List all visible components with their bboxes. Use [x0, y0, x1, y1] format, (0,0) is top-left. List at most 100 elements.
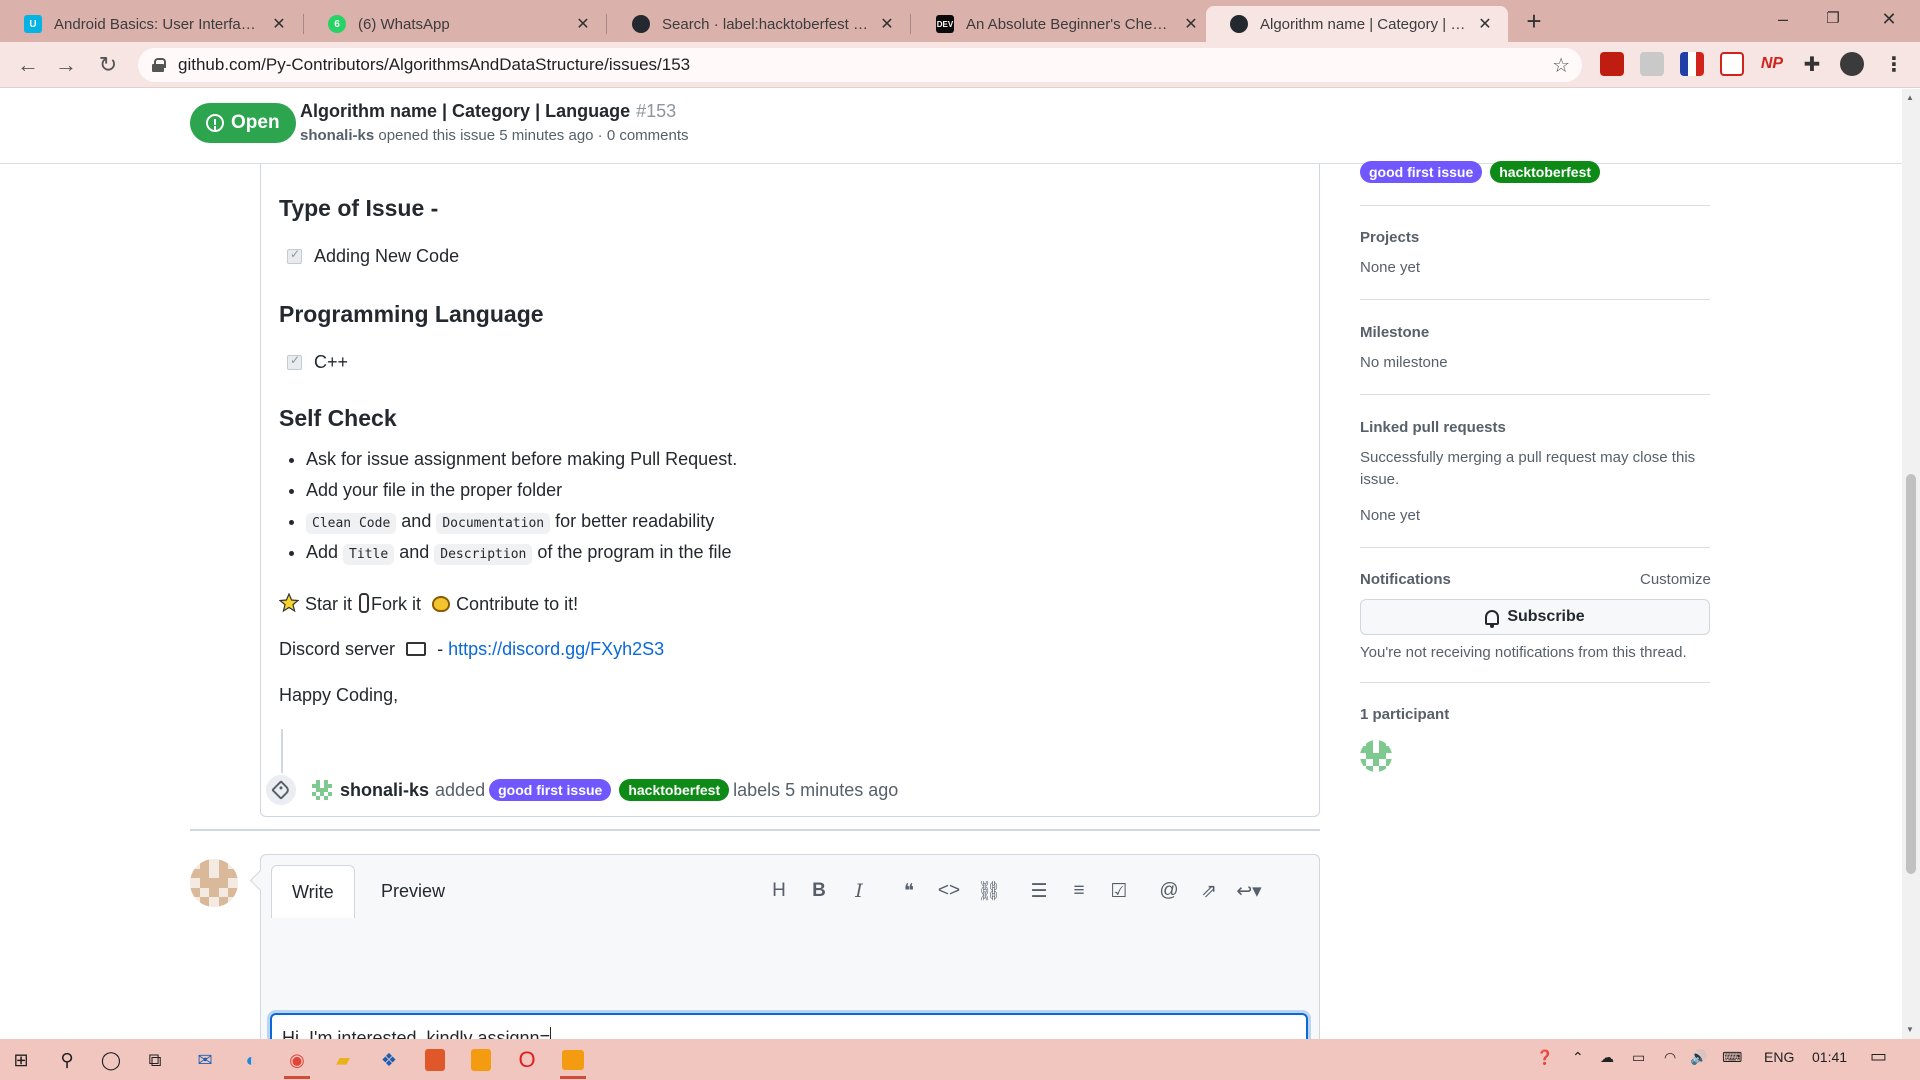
- event-actor-link[interactable]: shonali-ks: [340, 780, 429, 801]
- cross-reference-icon[interactable]: ⇗: [1189, 880, 1229, 903]
- scroll-up-icon[interactable]: ▲: [1906, 93, 1914, 102]
- cortana-icon[interactable]: ◯: [94, 1044, 128, 1076]
- label-hacktoberfest[interactable]: hacktoberfest: [619, 779, 730, 801]
- heading-icon[interactable]: H: [759, 880, 799, 902]
- forward-icon[interactable]: →: [52, 51, 80, 79]
- notification-center-icon[interactable]: ▭: [1870, 1046, 1887, 1067]
- browser-tab-whatsapp[interactable]: 6 (6) WhatsApp ✕: [304, 6, 606, 42]
- close-window-icon[interactable]: ✕: [1874, 4, 1904, 34]
- bookmark-star-icon[interactable]: ☆: [1552, 53, 1570, 78]
- label-good-first-issue[interactable]: good first issue: [1360, 161, 1483, 183]
- tab-title: Algorithm name | Category | Lang: [1260, 15, 1468, 33]
- label-good-first-issue[interactable]: good first issue: [489, 779, 612, 801]
- participant-avatar[interactable]: [1360, 740, 1392, 772]
- avatar[interactable]: [312, 780, 332, 800]
- link-icon[interactable]: ⛓: [969, 879, 1009, 903]
- projects-heading[interactable]: Projects: [1360, 229, 1419, 246]
- close-tab-icon[interactable]: ✕: [270, 14, 288, 34]
- monitor-emoji-icon: [406, 642, 427, 656]
- minimize-icon[interactable]: –: [1768, 4, 1798, 34]
- browser-tab-github-search[interactable]: Search · label:hacktoberfest state ✕: [608, 6, 910, 42]
- comment-text: Hi. I'm interested. kindly: [282, 1028, 478, 1039]
- browser-tab-dev[interactable]: DEV An Absolute Beginner's Checklist ✕: [912, 6, 1214, 42]
- github-issue-page: Open Algorithm name | Category | Languag…: [0, 89, 1902, 1039]
- close-tab-icon[interactable]: ✕: [878, 14, 896, 34]
- linked-pr-heading[interactable]: Linked pull requests: [1360, 419, 1506, 436]
- browser-tab-issue[interactable]: Algorithm name | Category | Lang ✕: [1206, 6, 1508, 42]
- browser-toolbar: ← → ↻ github.com/Py-Contributors/Algorit…: [0, 42, 1920, 88]
- file-explorer-icon[interactable]: ▰: [326, 1044, 360, 1076]
- url-text[interactable]: github.com/Py-Contributors/AlgorithmsAnd…: [178, 55, 690, 75]
- opera-icon[interactable]: O: [510, 1044, 544, 1076]
- saved-replies-icon[interactable]: ↩▾: [1229, 880, 1269, 903]
- discord-link[interactable]: https://discord.gg/FXyh2S3: [448, 639, 664, 659]
- volume-icon[interactable]: 🔊: [1690, 1049, 1707, 1066]
- pdf-extension-icon[interactable]: [1600, 52, 1624, 76]
- issue-author-link[interactable]: shonali-ks: [300, 127, 374, 144]
- projects-value: None yet: [1360, 259, 1421, 276]
- language-indicator[interactable]: ENG: [1764, 1049, 1794, 1065]
- bulleted-list-icon[interactable]: ☰: [1019, 880, 1059, 903]
- app-icon[interactable]: [464, 1044, 498, 1076]
- edge-icon[interactable]: ◐: [234, 1044, 268, 1076]
- code-icon[interactable]: <>: [929, 880, 969, 902]
- inline-code: Title: [343, 544, 395, 565]
- issue-sticky-header: Open Algorithm name | Category | Languag…: [0, 89, 1902, 164]
- scroll-down-icon[interactable]: ▼: [1906, 1025, 1914, 1034]
- list-item-text: and: [399, 542, 430, 562]
- subscribe-button[interactable]: Subscribe: [1360, 599, 1710, 635]
- mail-icon[interactable]: ✉: [188, 1044, 222, 1076]
- notifications-heading: Notifications: [1360, 571, 1451, 588]
- clock[interactable]: 01:41: [1812, 1049, 1847, 1065]
- issue-meta-text: opened this issue 5 minutes ago · 0 comm…: [378, 127, 689, 144]
- label-hacktoberfest[interactable]: hacktoberfest: [1490, 161, 1601, 183]
- address-bar[interactable]: github.com/Py-Contributors/AlgorithmsAnd…: [138, 48, 1582, 82]
- new-tab-button[interactable]: +: [1520, 8, 1548, 36]
- bold-icon[interactable]: B: [799, 880, 839, 902]
- flag-extension-icon[interactable]: [1680, 52, 1704, 76]
- onedrive-icon[interactable]: ☁: [1600, 1049, 1614, 1066]
- close-tab-icon[interactable]: ✕: [1182, 14, 1200, 34]
- italic-icon[interactable]: I: [839, 880, 879, 902]
- chrome-icon[interactable]: ◉: [280, 1044, 314, 1079]
- quote-icon[interactable]: ❝: [889, 880, 929, 903]
- divider: [1360, 299, 1710, 300]
- battery-icon[interactable]: ▭: [1632, 1049, 1645, 1066]
- menu-kebab-icon[interactable]: ⋮: [1882, 52, 1906, 76]
- avatar[interactable]: [190, 859, 238, 907]
- extension-icon[interactable]: [1640, 52, 1664, 76]
- browser-tab-udacity[interactable]: U Android Basics: User Interface - U ✕: [0, 6, 302, 42]
- issue-opened-icon: [206, 114, 224, 132]
- show-hidden-icons[interactable]: ⌃: [1572, 1049, 1584, 1066]
- task-item-text: Adding New Code: [314, 246, 460, 266]
- screenshot-extension-icon[interactable]: [1720, 52, 1744, 76]
- pinned-app-icon[interactable]: [556, 1044, 590, 1079]
- page-scrollbar[interactable]: ▲ ▼: [1902, 89, 1920, 1039]
- search-icon[interactable]: ⚲: [50, 1044, 84, 1076]
- close-tab-icon[interactable]: ✕: [1476, 14, 1494, 34]
- mention-icon[interactable]: @: [1149, 880, 1189, 902]
- close-tab-icon[interactable]: ✕: [574, 14, 592, 34]
- windows-start-icon[interactable]: ⊞: [4, 1044, 38, 1076]
- numbered-list-icon[interactable]: ≡: [1059, 880, 1099, 902]
- comment-textarea[interactable]: Hi. I'm interested. kindly assignn=: [270, 1013, 1308, 1039]
- customize-link[interactable]: Customize: [1640, 571, 1711, 588]
- tab-write[interactable]: Write: [271, 865, 355, 918]
- puzzle-icon[interactable]: ✚: [1800, 52, 1824, 76]
- task-view-icon[interactable]: ⧉: [138, 1044, 172, 1076]
- np-extension-icon[interactable]: NP: [1760, 52, 1784, 76]
- dropbox-icon[interactable]: ❖: [372, 1044, 406, 1076]
- milestone-heading[interactable]: Milestone: [1360, 324, 1429, 341]
- profile-avatar-icon[interactable]: [1840, 52, 1864, 76]
- tab-preview[interactable]: Preview: [361, 865, 465, 917]
- wifi-icon[interactable]: ◠: [1664, 1049, 1676, 1066]
- keyboard-icon[interactable]: ⌨: [1722, 1049, 1742, 1066]
- task-list-icon[interactable]: ☑: [1099, 880, 1139, 903]
- back-icon[interactable]: ←: [14, 51, 42, 79]
- notifications-description: You're not receiving notifications from …: [1360, 644, 1687, 661]
- help-icon[interactable]: ❓: [1536, 1049, 1553, 1066]
- scrollbar-thumb[interactable]: [1906, 474, 1916, 874]
- restore-icon[interactable]: ❐: [1818, 4, 1848, 34]
- sublime-icon[interactable]: [418, 1044, 452, 1076]
- reload-icon[interactable]: ↻: [94, 51, 122, 79]
